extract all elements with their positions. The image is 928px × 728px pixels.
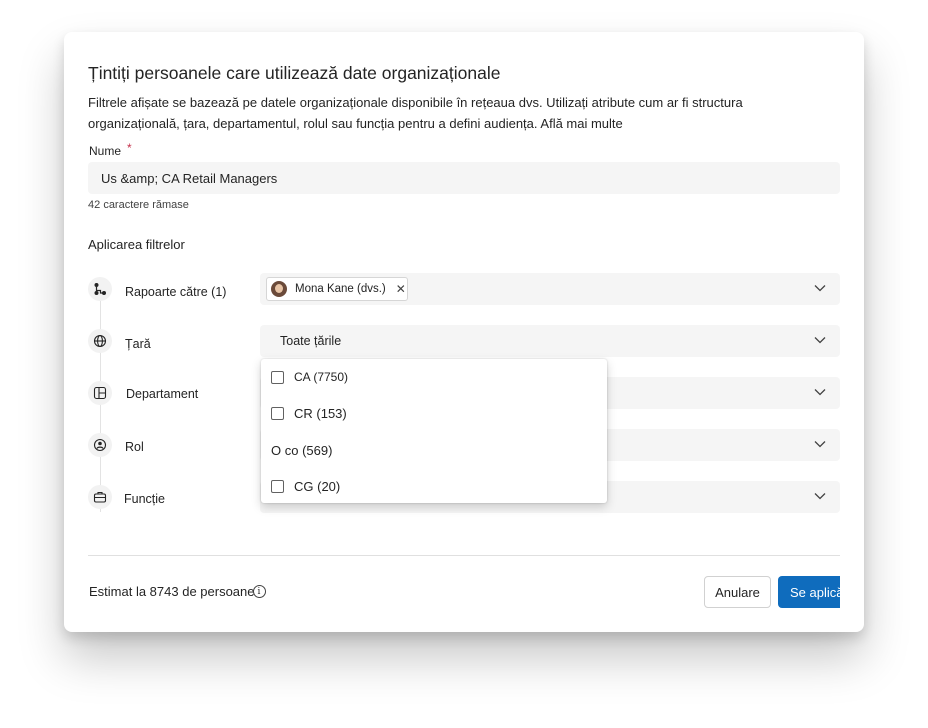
department-label: Departament	[126, 387, 199, 401]
role-label: Rol	[125, 440, 144, 454]
cancel-button[interactable]: Anulare	[704, 576, 771, 608]
chevron-down-icon	[814, 389, 826, 396]
country-dropdown-list: CA (7750) CR (153) O co (569) CG (20)	[261, 359, 607, 503]
country-option-label: CA (7750)	[294, 370, 349, 384]
country-select[interactable]: Toate țările	[260, 325, 840, 357]
checkbox[interactable]	[271, 370, 284, 384]
apply-filters-heading: Aplicarea filtrelor	[88, 237, 185, 252]
country-option[interactable]: CR (153)	[271, 403, 347, 423]
country-option[interactable]: O co (569)	[271, 440, 332, 460]
function-label: Funcție	[124, 492, 165, 506]
department-icon	[88, 381, 112, 405]
country-option-label: CG (20)	[294, 478, 341, 494]
avatar	[271, 281, 287, 297]
dialog-description: Filtrele afișate se bazează pe datele or…	[88, 95, 743, 131]
audience-estimate-text: Estimat la 8743 de persoane	[89, 584, 255, 599]
globe-icon	[88, 329, 112, 353]
chars-remaining: 42 caractere rămase	[88, 199, 189, 211]
name-label-text: Nume	[89, 144, 122, 158]
target-audience-dialog: Țintiți persoanele care utilizează date …	[64, 32, 864, 632]
chip-remove-icon[interactable]: ✕	[396, 282, 406, 296]
chevron-down-icon	[814, 493, 826, 500]
name-label: Nume *	[89, 141, 132, 158]
required-asterisk: *	[127, 141, 132, 155]
chevron-down-icon	[814, 285, 826, 292]
role-icon	[88, 433, 112, 457]
chevron-down-icon	[814, 441, 826, 448]
person-chip-name: Mona Kane (dvs.)	[295, 283, 386, 295]
apply-button[interactable]: Se aplică	[778, 576, 840, 608]
checkbox[interactable]	[271, 479, 284, 493]
footer-divider	[88, 555, 840, 556]
briefcase-icon	[88, 485, 112, 509]
country-option-label: O co (569)	[271, 442, 333, 458]
country-option[interactable]: CA (7750)	[271, 367, 348, 387]
person-chip: Mona Kane (dvs.) ✕	[266, 277, 408, 301]
country-label: Țară	[125, 337, 151, 351]
chevron-down-icon	[814, 337, 826, 344]
checkbox[interactable]	[271, 406, 284, 420]
name-input[interactable]	[88, 162, 840, 194]
reports-to-select[interactable]: Mona Kane (dvs.) ✕	[260, 273, 840, 305]
country-option-label: CR (153)	[294, 405, 347, 421]
org-chart-icon	[88, 277, 112, 301]
dialog-title: Țintiți persoanele care utilizează date …	[88, 63, 501, 83]
country-selected-value: Toate țările	[280, 334, 342, 348]
info-icon[interactable]: i	[252, 585, 266, 598]
chars-remaining-count: 42	[88, 199, 101, 211]
chars-remaining-text: caractere rămase	[103, 199, 189, 211]
audience-estimate: Estimat la 8743 de persoane i	[89, 584, 266, 599]
country-option[interactable]: CG (20)	[271, 476, 340, 496]
reports-to-label: Rapoarte către (1)	[125, 285, 227, 299]
